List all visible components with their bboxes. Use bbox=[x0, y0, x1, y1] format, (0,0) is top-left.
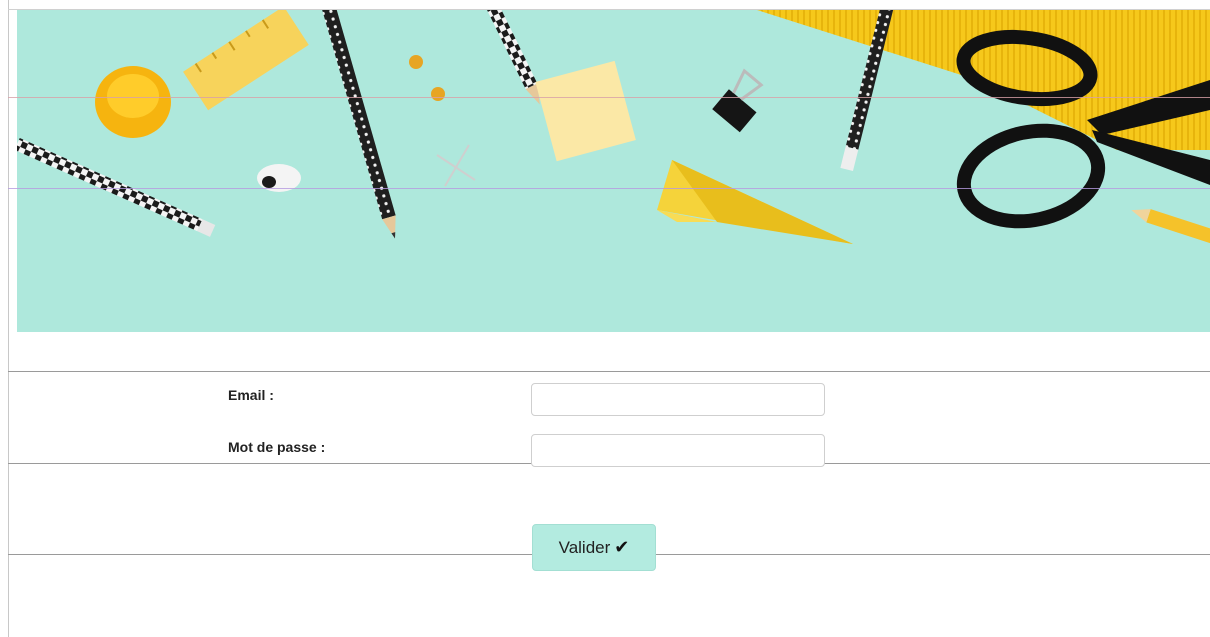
check-icon: ✔ bbox=[614, 537, 630, 557]
guide-line bbox=[8, 97, 1210, 98]
page-frame-left bbox=[8, 0, 9, 637]
password-label: Mot de passe : bbox=[228, 439, 326, 455]
guide-line bbox=[8, 188, 1210, 189]
submit-button-label: Valider bbox=[558, 537, 611, 557]
email-label: Email : bbox=[228, 387, 274, 403]
password-input[interactable] bbox=[531, 434, 825, 467]
hero-banner-image bbox=[17, 10, 1210, 332]
email-input[interactable] bbox=[531, 383, 825, 416]
submit-button[interactable]: Valider ✔ bbox=[532, 524, 656, 571]
guide-line bbox=[8, 371, 1210, 372]
